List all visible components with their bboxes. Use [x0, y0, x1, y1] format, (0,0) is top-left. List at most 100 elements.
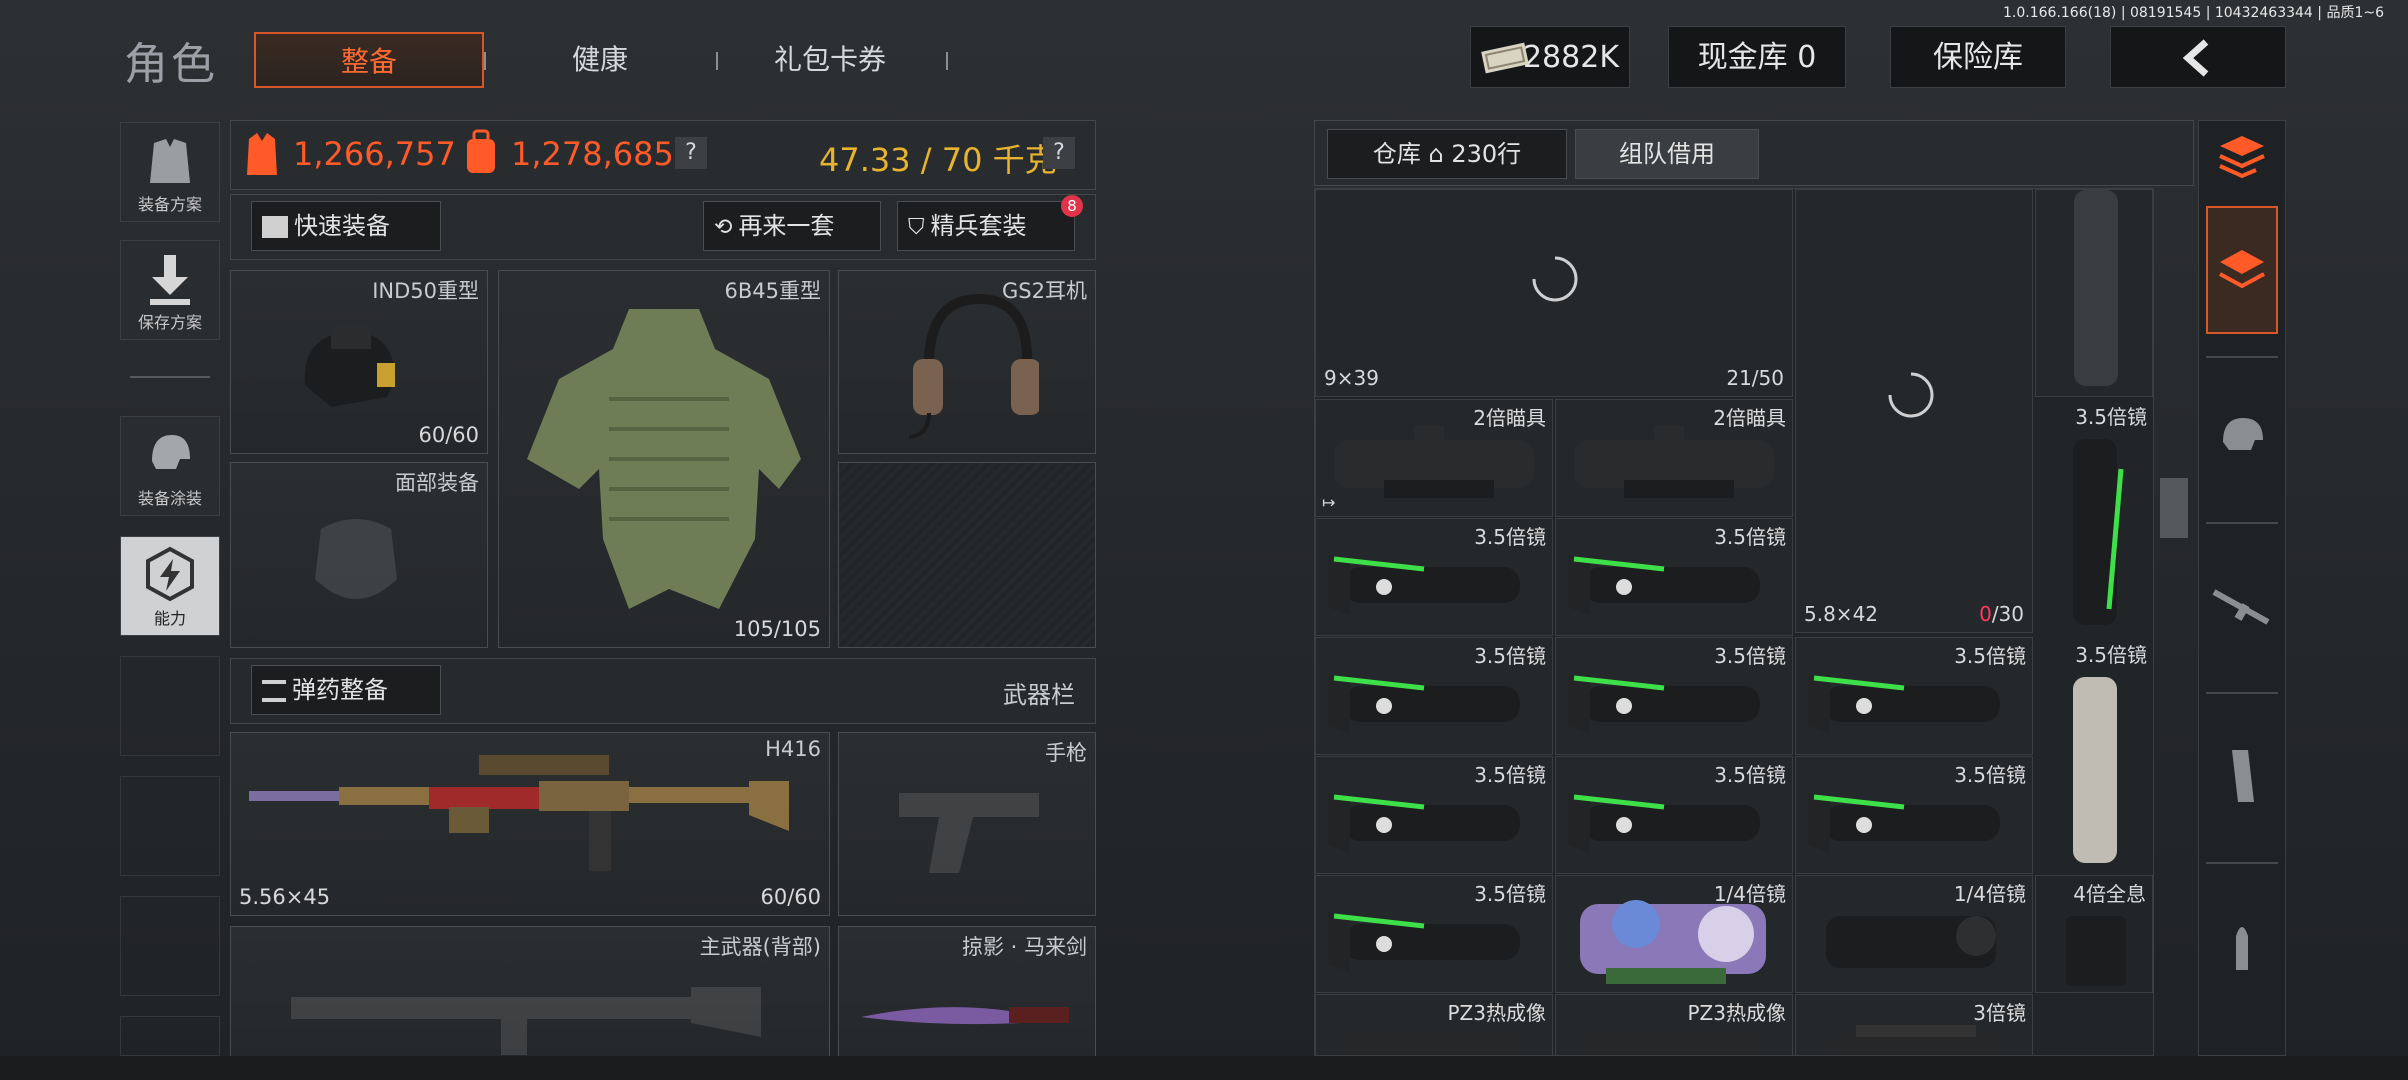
scope-cell[interactable]: 1/4倍镜	[1795, 875, 2033, 993]
empty-equip-slot[interactable]	[838, 462, 1096, 648]
storage-grid[interactable]: 9×39 21/50 5.8×42 0/30 2倍瞄具 ↦ 2倍瞄具 3.5倍镜 3.5…	[1314, 188, 2154, 1056]
weapon-bar-label: 武器栏	[1003, 681, 1075, 709]
helmet-icon	[2223, 418, 2263, 450]
backpack-value-icon	[467, 129, 495, 173]
vertical-scope-cell[interactable]: 3.5倍镜	[2035, 637, 2153, 873]
back-weapon-slot[interactable]: 主武器(背部)	[230, 926, 830, 1058]
scope-label: 3.5倍镜	[1714, 763, 1786, 787]
melee-slot[interactable]: 掠影 · 马来剑	[838, 926, 1096, 1058]
shield-icon: ⛉	[908, 215, 925, 240]
scope-label: 3.5倍镜	[1954, 763, 2026, 787]
ammo-stack-cell[interactable]: 9×39 21/50	[1315, 189, 1793, 397]
paint-button[interactable]: 装备涂装	[120, 416, 220, 516]
safe-button[interactable]: 保险库	[1890, 26, 2066, 88]
ammo-button[interactable]: 弹药整备	[251, 665, 441, 715]
pistol-slot[interactable]: 手枪	[838, 732, 1096, 916]
scope-label: 3.5倍镜	[1474, 644, 1546, 668]
armor-slot[interactable]: 6B45重型 105/105	[498, 270, 830, 648]
category-all[interactable]	[2206, 206, 2278, 334]
scope-label: PZ3热成像	[1687, 1001, 1787, 1025]
scope-cell[interactable]: 3.5倍镜	[1315, 756, 1553, 874]
scope-label: 3.5倍镜	[1474, 882, 1546, 906]
bottom-strip	[0, 1056, 2408, 1080]
scope-label: 3.5倍镜	[2075, 643, 2147, 667]
storage-scrollbar[interactable]	[2160, 478, 2188, 538]
weapon-bar-row: 弹药整备 武器栏	[230, 658, 1096, 724]
tab-health[interactable]: 健康	[500, 32, 700, 88]
empty-side-slot	[120, 1016, 220, 1056]
scope-cell[interactable]: 1/4倍镜	[1555, 875, 1793, 993]
tab-warehouse[interactable]: 仓库 ⌂ 230行	[1327, 129, 1567, 179]
cash-store-button[interactable]: 现金库 0	[1668, 26, 1846, 88]
scope-vertical-image	[2073, 439, 2124, 625]
tab-gift[interactable]: 礼包卡券	[730, 32, 930, 88]
back-button[interactable]	[2110, 26, 2286, 88]
category-magazine[interactable]	[2206, 722, 2278, 832]
scope-cell[interactable]: 3.5倍镜	[1555, 756, 1793, 874]
holo-image	[2066, 916, 2126, 986]
scope-cell[interactable]: 3.5倍镜	[1555, 518, 1793, 636]
again-button[interactable]: ⟲ 再来一套	[703, 201, 881, 251]
scope-cell[interactable]: 3.5倍镜	[1315, 637, 1553, 755]
scope-cell[interactable]: 3.5倍镜	[1795, 756, 2033, 874]
elite-button[interactable]: ⛉ 精兵套装	[897, 201, 1075, 251]
value-2: 1,278,685	[511, 135, 674, 173]
help-button-2[interactable]: ?	[1043, 137, 1075, 169]
version-text: 1.0.166.166(18) | 08191545 | 10432463344…	[2003, 5, 2384, 21]
scope-cell[interactable]: 3.5倍镜	[1795, 637, 2033, 755]
nav-divider	[2206, 356, 2278, 358]
armor-durability: 105/105	[733, 617, 821, 641]
vertical-item-cell[interactable]	[2035, 189, 2153, 397]
empty-side-slot	[120, 896, 220, 996]
face-slot[interactable]: 面部装备	[230, 462, 488, 648]
primary-weapon-slot[interactable]: H416 5.56×45 60/60	[230, 732, 830, 916]
equip-plan-button[interactable]: 装备方案	[120, 122, 220, 222]
tab-divider	[946, 52, 948, 70]
helmet-slot[interactable]: IND50重型 60/60	[230, 270, 488, 454]
nav-divider	[2206, 862, 2278, 864]
vest-icon	[150, 139, 190, 183]
quick-equip-button[interactable]: 快速装备	[251, 201, 441, 251]
category-ammo[interactable]	[2206, 892, 2278, 1002]
category-rifle[interactable]	[2206, 552, 2278, 662]
vertical-scope-cell[interactable]: 3.5倍镜	[2035, 399, 2153, 635]
headset-slot[interactable]: GS2耳机	[838, 270, 1096, 454]
armor-image	[527, 309, 801, 609]
back-name: 主武器(背部)	[699, 935, 821, 959]
ammo-type-1: 9×39	[1324, 366, 1379, 390]
pistol-name: 手枪	[1045, 741, 1087, 765]
knife-image	[861, 1007, 1069, 1025]
again-label: 再来一套	[738, 212, 835, 240]
bullet-icon	[2236, 927, 2248, 970]
tab-team-borrow[interactable]: 组队借用	[1575, 129, 1759, 179]
download-icon	[150, 255, 190, 305]
scope-cell[interactable]: 3.5倍镜	[1315, 875, 1553, 993]
stack-refresh-icon	[2219, 136, 2265, 179]
scope-cell[interactable]: 2倍瞄具 ↦	[1315, 399, 1553, 517]
scope-cell[interactable]: PZ3热成像	[1315, 994, 1553, 1055]
ammo-stack-cell[interactable]: 5.8×42 0/30	[1795, 189, 2033, 633]
category-helmet[interactable]	[2206, 380, 2278, 490]
scope-cell[interactable]: 2倍瞄具	[1555, 399, 1793, 517]
gasmask-image	[315, 519, 397, 599]
empty-side-slot	[120, 656, 220, 756]
scope-label: 2倍瞄具	[1713, 406, 1786, 430]
scope-cell[interactable]: 3.5倍镜	[1555, 637, 1793, 755]
ability-button[interactable]: 能力	[120, 536, 220, 636]
helmet-brush-icon	[152, 435, 190, 469]
scope-cell[interactable]: PZ3热成像	[1555, 994, 1793, 1055]
holo-cell[interactable]: 4倍全息	[2035, 875, 2153, 993]
scope-cell[interactable]: 3倍镜	[1795, 994, 2033, 1055]
help-button-1[interactable]: ?	[675, 137, 707, 169]
ammo-label: 弹药整备	[292, 676, 388, 704]
scope-vertical-image	[2074, 190, 2118, 386]
elite-label: 精兵套装	[930, 212, 1027, 240]
save-plan-button[interactable]: 保存方案	[120, 240, 220, 340]
side-divider	[130, 376, 210, 378]
ability-icon	[146, 546, 194, 602]
scope-vertical-image	[2073, 677, 2117, 863]
sort-button[interactable]	[2206, 124, 2278, 190]
storage-header: 仓库 ⌂ 230行 组队借用	[1314, 120, 2194, 186]
scope-cell[interactable]: 3.5倍镜	[1315, 518, 1553, 636]
tab-equip[interactable]: 整备	[254, 32, 484, 88]
